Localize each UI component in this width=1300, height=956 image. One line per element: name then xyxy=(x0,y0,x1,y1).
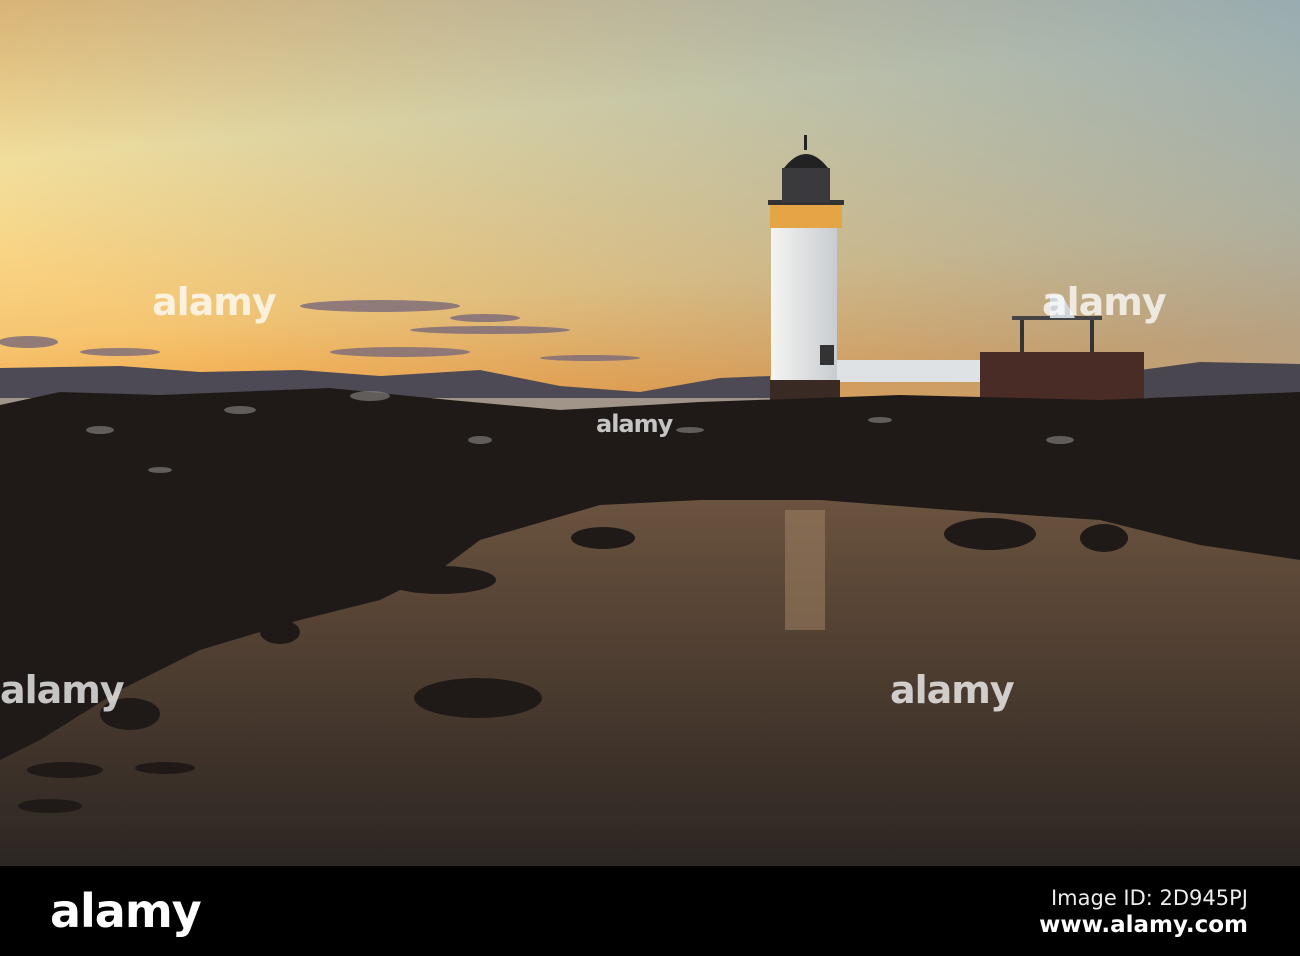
image-id: Image ID: 2D945PJ xyxy=(1050,886,1248,910)
watermark: alamy xyxy=(596,410,673,438)
watermark: alamy xyxy=(0,668,125,712)
footer-bar: alamy Image ID: 2D945PJ www.alamy.com xyxy=(0,866,1300,956)
watermark: alamy xyxy=(1042,280,1167,324)
watermark: alamy xyxy=(152,280,277,324)
watermark: alamy xyxy=(890,668,1015,712)
stock-photo-page: alamy alamy alamy alamy alamy alamy Imag… xyxy=(0,0,1300,956)
website-link[interactable]: www.alamy.com xyxy=(1039,912,1248,938)
alamy-logo[interactable]: alamy xyxy=(50,884,202,938)
